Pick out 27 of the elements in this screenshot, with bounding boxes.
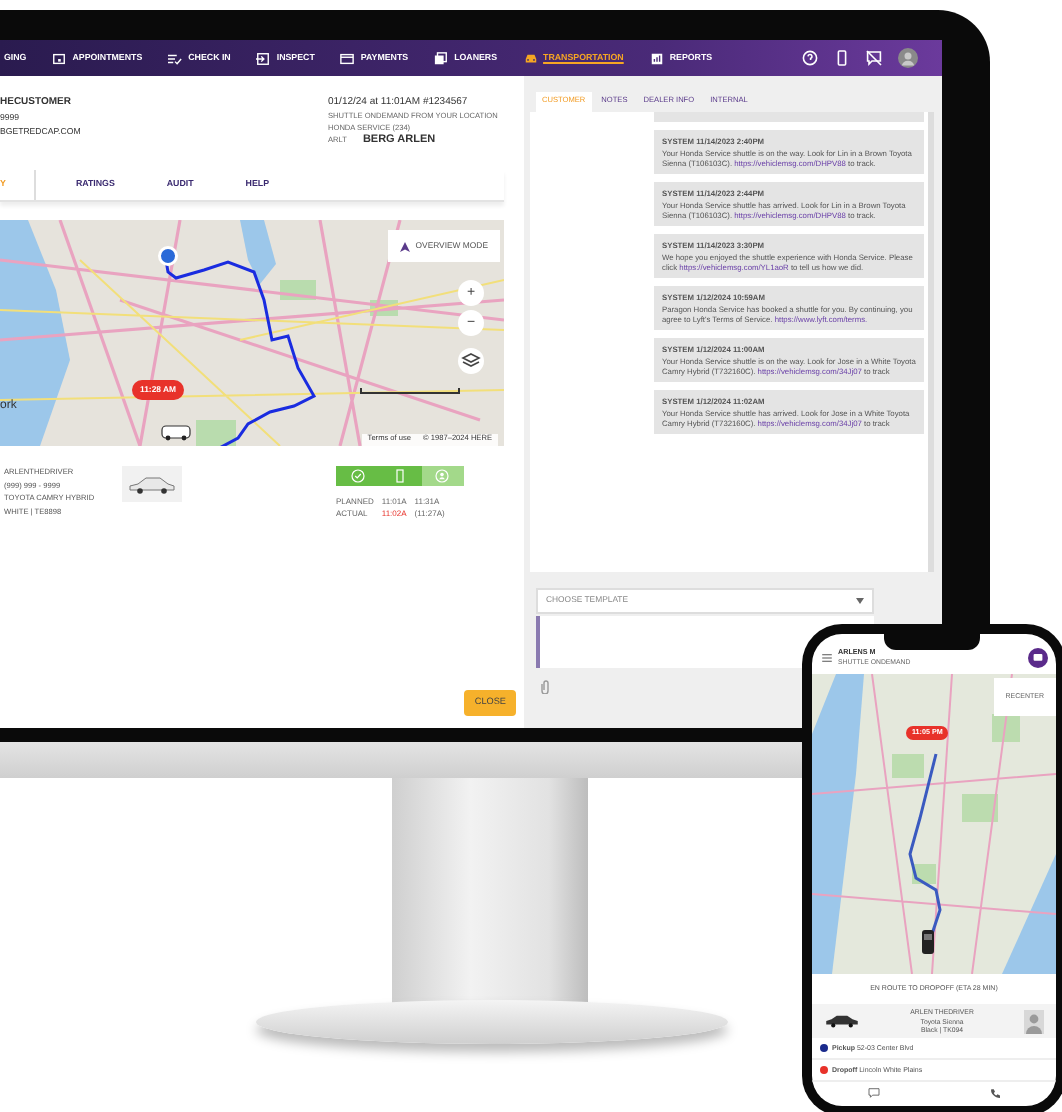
mobile-phone-icon[interactable] (834, 50, 850, 66)
car-icon (824, 1014, 860, 1029)
menu-icon[interactable] (822, 653, 832, 661)
person-circle-icon (434, 468, 451, 484)
phone-notch (884, 634, 980, 650)
door-icon (391, 468, 408, 484)
layers-icon[interactable] (458, 348, 484, 374)
navigation-arrow-icon (399, 241, 410, 252)
caret-icon (856, 597, 864, 604)
phone-call-icon[interactable] (990, 1088, 1001, 1099)
calendar-icon (52, 51, 67, 65)
car-icon (523, 51, 538, 65)
stacked-cards-icon (434, 51, 449, 65)
chart-icon (649, 51, 664, 65)
avatar-icon[interactable] (898, 48, 918, 68)
car-icon (128, 475, 177, 493)
map-scale-bar (360, 388, 460, 394)
checklist-icon (168, 51, 183, 65)
chat-icon[interactable] (1028, 647, 1048, 667)
message-icon[interactable] (867, 1088, 880, 1099)
driver-avatar-icon (1024, 1009, 1044, 1034)
card-icon (340, 51, 355, 65)
check-circle-icon (349, 468, 366, 484)
message-off-icon[interactable] (866, 50, 882, 66)
enter-icon (256, 51, 271, 65)
help-icon[interactable] (802, 50, 818, 66)
paperclip-icon[interactable] (540, 679, 550, 694)
